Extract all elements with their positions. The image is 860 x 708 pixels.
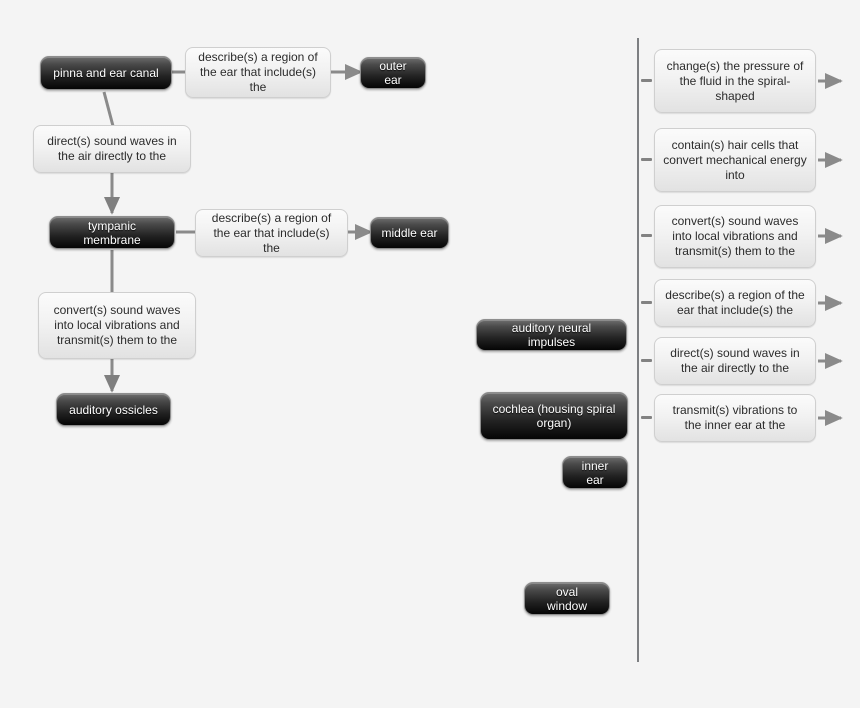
connector-stub-5 xyxy=(641,359,652,362)
connector-stub-6 xyxy=(641,416,652,419)
bank-card-change-pressure[interactable]: change(s) the pressure of the fluid in t… xyxy=(654,49,816,113)
vertical-divider xyxy=(637,38,639,662)
connector-stub-1 xyxy=(641,79,652,82)
bank-card-transmit-vibrations[interactable]: transmit(s) vibrations to the inner ear … xyxy=(654,394,816,442)
card-convert-sound-waves[interactable]: convert(s) sound waves into local vibrat… xyxy=(38,292,196,359)
card-direct-sound-waves[interactable]: direct(s) sound waves in the air directl… xyxy=(33,125,191,173)
node-tympanic-membrane[interactable]: tympanic membrane xyxy=(49,216,175,249)
bank-node-oval-window[interactable]: oval window xyxy=(524,582,610,615)
bank-card-hair-cells[interactable]: contain(s) hair cells that convert mecha… xyxy=(654,128,816,192)
node-outer-ear[interactable]: outer ear xyxy=(360,57,426,89)
bank-card-direct-sound-waves[interactable]: direct(s) sound waves in the air directl… xyxy=(654,337,816,385)
bank-node-auditory-neural-impulses[interactable]: auditory neural impulses xyxy=(476,319,627,351)
bank-card-describe-region[interactable]: describe(s) a region of the ear that inc… xyxy=(654,279,816,327)
card-describe-region-1[interactable]: describe(s) a region of the ear that inc… xyxy=(185,47,331,98)
node-middle-ear[interactable]: middle ear xyxy=(370,217,449,249)
connector-stub-2 xyxy=(641,158,652,161)
bank-card-convert-sound-waves[interactable]: convert(s) sound waves into local vibrat… xyxy=(654,205,816,268)
bank-node-inner-ear[interactable]: inner ear xyxy=(562,456,628,489)
node-pinna-and-ear-canal[interactable]: pinna and ear canal xyxy=(40,56,172,90)
concept-map-canvas: pinna and ear canal describe(s) a region… xyxy=(0,0,860,708)
card-describe-region-2[interactable]: describe(s) a region of the ear that inc… xyxy=(195,209,348,257)
bank-node-cochlea[interactable]: cochlea (housing spiral organ) xyxy=(480,392,628,440)
connector-stub-3 xyxy=(641,234,652,237)
connector-stub-4 xyxy=(641,301,652,304)
node-auditory-ossicles[interactable]: auditory ossicles xyxy=(56,393,171,426)
